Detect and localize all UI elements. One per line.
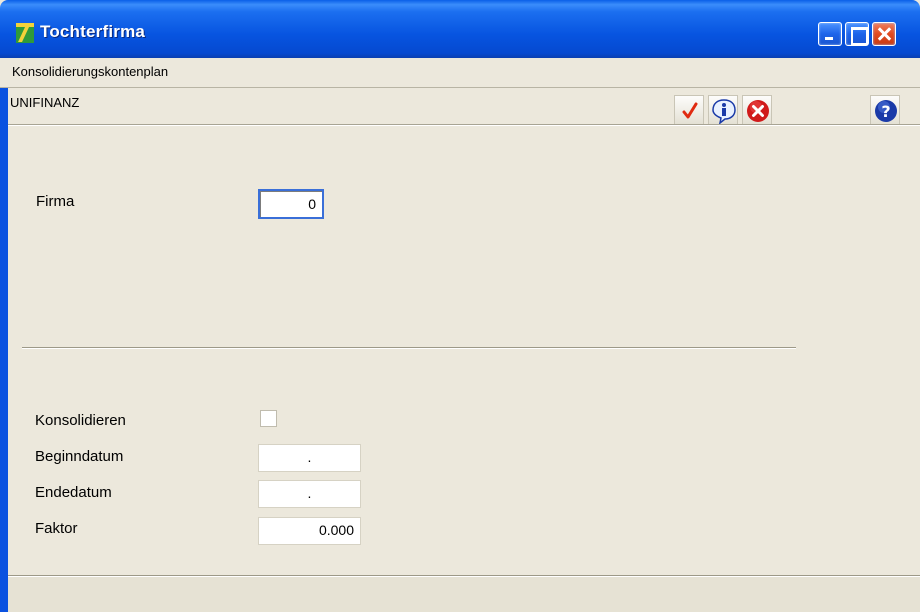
window-border: [0, 58, 8, 612]
help-icon: ?: [875, 100, 897, 122]
status-bar: [8, 575, 920, 612]
title-bar[interactable]: Tochterfirma: [0, 0, 920, 58]
konsolidieren-label: Konsolidieren: [35, 412, 126, 429]
ok-button[interactable]: [674, 95, 704, 125]
window-title: Tochterfirma: [40, 22, 146, 41]
menu-bar: Konsolidierungskontenplan: [0, 58, 920, 88]
firma-input[interactable]: 0: [258, 189, 324, 219]
menu-item-konsolidierungskontenplan[interactable]: Konsolidierungskontenplan: [12, 64, 168, 79]
info-button[interactable]: [708, 95, 738, 125]
cancel-icon: [747, 100, 769, 122]
info-icon: [712, 99, 736, 124]
app-icon: [16, 23, 34, 43]
konsolidieren-checkbox[interactable]: [260, 410, 277, 427]
endedatum-input[interactable]: .: [258, 480, 361, 508]
section-divider: [22, 347, 796, 349]
faktor-label: Faktor: [35, 520, 78, 537]
faktor-input[interactable]: 0.000: [258, 517, 361, 545]
company-name: UNIFINANZ: [10, 95, 80, 110]
checkmark-icon: [682, 102, 698, 119]
help-button[interactable]: ?: [870, 95, 900, 125]
toolbar: UNIFINANZ ?: [8, 89, 920, 125]
tochterfirma-window: Tochterfirma Konsolidierungskontenplan U…: [0, 0, 920, 612]
toolbar-divider: [8, 124, 920, 126]
beginndatum-label: Beginndatum: [35, 448, 124, 465]
close-button[interactable]: [872, 22, 896, 46]
maximize-button[interactable]: [845, 22, 869, 46]
form-panel: Firma 0 Konsolidieren Beginndatum . Ende…: [8, 127, 920, 612]
beginndatum-input[interactable]: .: [258, 444, 361, 472]
minimize-button[interactable]: [818, 22, 842, 46]
cancel-button[interactable]: [742, 95, 772, 125]
endedatum-label: Endedatum: [35, 484, 112, 501]
svg-text:?: ?: [881, 102, 890, 121]
firma-label: Firma: [36, 193, 75, 210]
